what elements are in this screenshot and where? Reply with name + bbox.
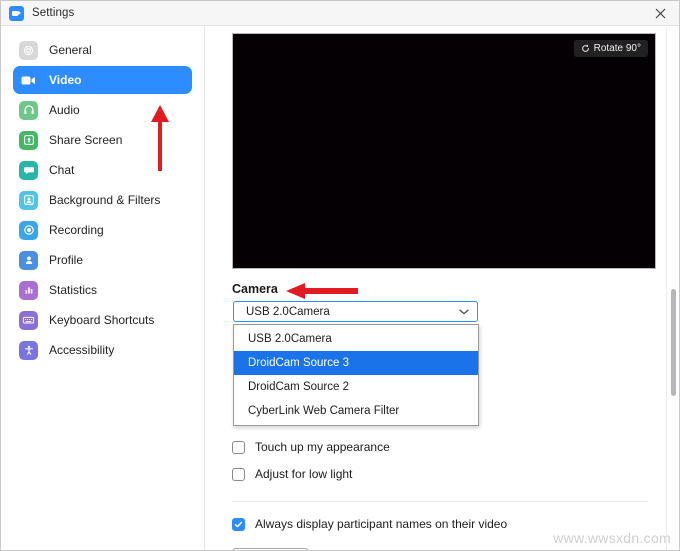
- gear-icon: [19, 41, 38, 60]
- headphones-icon: [19, 101, 38, 120]
- sidebar-item-label: Statistics: [49, 283, 97, 297]
- option-touch-up-appearance[interactable]: Touch up my appearance: [232, 440, 390, 454]
- red-arrow-left: [286, 282, 358, 300]
- dropdown-option[interactable]: CyberLink Web Camera Filter: [234, 399, 478, 423]
- red-arrow-up: [149, 105, 171, 171]
- sidebar-item-label: Chat: [49, 163, 74, 177]
- section-divider: [232, 501, 648, 502]
- option-label: Adjust for low light: [255, 467, 352, 481]
- scrollbar-thumb[interactable]: [671, 289, 676, 396]
- sidebar-item-label: Profile: [49, 253, 83, 267]
- sidebar-item-keyboard-shortcuts[interactable]: Keyboard Shortcuts: [13, 306, 192, 334]
- sidebar-item-label: Audio: [49, 103, 80, 117]
- sidebar-item-statistics[interactable]: Statistics: [13, 276, 192, 304]
- sidebar-item-label: General: [49, 43, 92, 57]
- sidebar-item-background-filters[interactable]: Background & Filters: [13, 186, 192, 214]
- sidebar-item-label: Background & Filters: [49, 193, 160, 207]
- sidebar-item-video[interactable]: Video: [13, 66, 192, 94]
- dropdown-option[interactable]: DroidCam Source 2: [234, 375, 478, 399]
- sidebar-item-recording[interactable]: Recording: [13, 216, 192, 244]
- watermark: www.wwsxdn.com: [553, 530, 671, 546]
- keyboard-icon: [19, 311, 38, 330]
- rotate-90-button[interactable]: Rotate 90°: [574, 40, 648, 57]
- checkbox[interactable]: [232, 518, 245, 531]
- option-label: Touch up my appearance: [255, 440, 390, 454]
- sidebar-item-general[interactable]: General: [13, 36, 192, 64]
- person-frame-icon: [19, 191, 38, 210]
- video-settings-panel: Rotate 90° Camera USB 2.0Camera Touch up…: [206, 27, 680, 551]
- accessibility-icon: [19, 341, 38, 360]
- bar-chart-icon: [19, 281, 38, 300]
- sidebar-item-accessibility[interactable]: Accessibility: [13, 336, 192, 364]
- settings-window: Settings General Video Audio: [0, 0, 680, 551]
- option-always-display-names[interactable]: Always display participant names on thei…: [232, 517, 507, 531]
- window-title: Settings: [32, 7, 74, 19]
- video-preview: Rotate 90°: [232, 33, 656, 269]
- chevron-down-icon: [459, 308, 469, 315]
- option-adjust-low-light[interactable]: Adjust for low light: [232, 467, 352, 481]
- sidebar-item-label: Accessibility: [49, 343, 114, 357]
- vertical-scrollbar[interactable]: [666, 27, 679, 551]
- record-circle-icon: [19, 221, 38, 240]
- person-icon: [19, 251, 38, 270]
- camera-dropdown-list[interactable]: USB 2.0Camera DroidCam Source 3 DroidCam…: [233, 324, 479, 426]
- zoom-logo-icon: [9, 6, 24, 21]
- dropdown-option[interactable]: USB 2.0Camera: [234, 327, 478, 351]
- chat-bubble-icon: [19, 161, 38, 180]
- sidebar-item-profile[interactable]: Profile: [13, 246, 192, 274]
- sidebar-item-label: Recording: [49, 223, 104, 237]
- sidebar: General Video Audio Share Screen Chat: [1, 26, 205, 551]
- sidebar-item-label: Share Screen: [49, 133, 122, 147]
- option-label: Always display participant names on thei…: [255, 517, 507, 531]
- share-screen-icon: [19, 131, 38, 150]
- dropdown-option[interactable]: DroidCam Source 3: [234, 351, 478, 375]
- sidebar-item-label: Video: [49, 73, 81, 87]
- checkbox[interactable]: [232, 441, 245, 454]
- title-bar: Settings: [1, 1, 680, 26]
- rotate-icon: [581, 44, 590, 53]
- camera-select[interactable]: USB 2.0Camera: [233, 301, 478, 322]
- camera-select-value: USB 2.0Camera: [246, 306, 330, 318]
- close-icon[interactable]: [639, 1, 680, 25]
- checkbox[interactable]: [232, 468, 245, 481]
- sidebar-item-label: Keyboard Shortcuts: [49, 313, 154, 327]
- camera-label: Camera: [232, 282, 278, 296]
- video-camera-icon: [19, 71, 38, 90]
- rotate-90-label: Rotate 90°: [594, 43, 641, 54]
